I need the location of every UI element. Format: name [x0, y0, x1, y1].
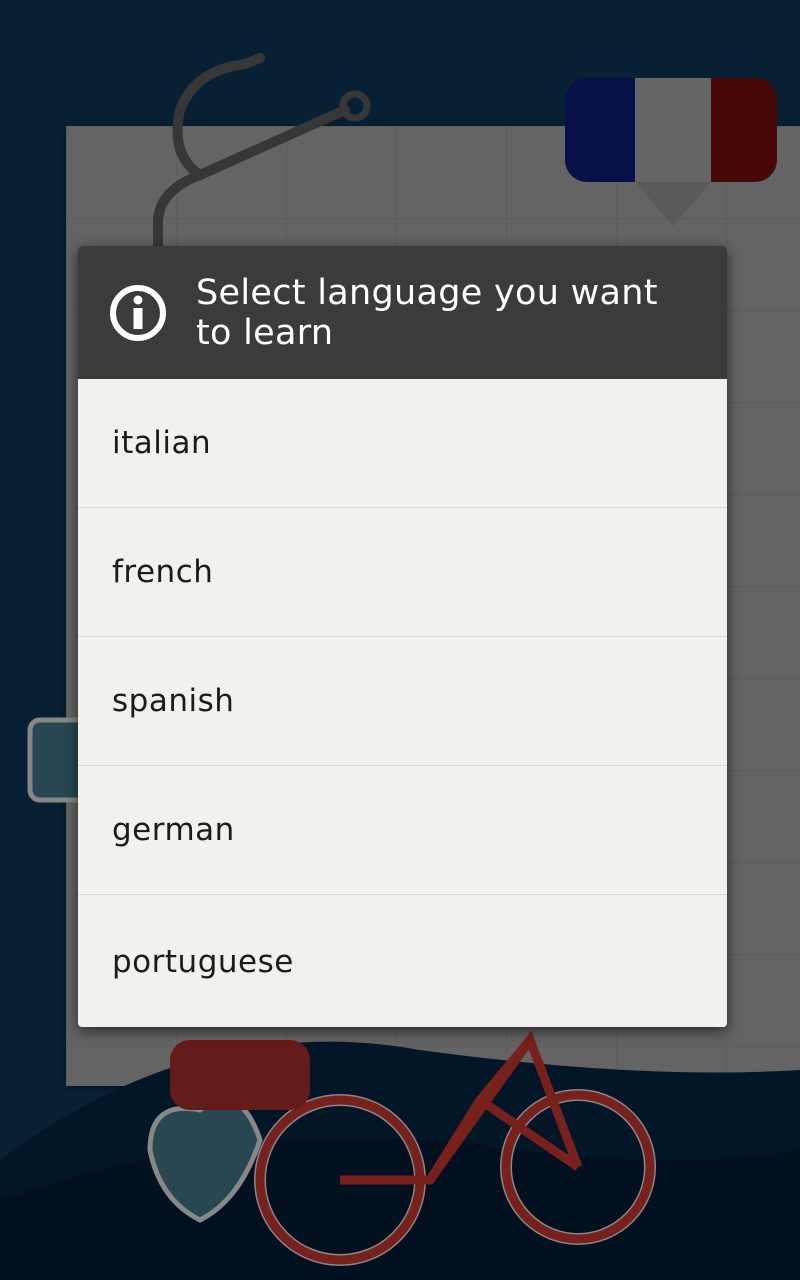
dialog-header: Select language you want to learn — [78, 246, 727, 379]
language-select-dialog: Select language you want to learn italia… — [78, 246, 727, 1027]
language-option-italian[interactable]: italian — [78, 379, 727, 508]
language-option-french[interactable]: french — [78, 508, 727, 637]
dialog-title: Select language you want to learn — [196, 272, 658, 353]
language-option-german[interactable]: german — [78, 766, 727, 895]
language-option-portuguese[interactable]: portuguese — [78, 895, 727, 1027]
info-icon — [110, 284, 166, 341]
language-list: italian french spanish german portuguese — [78, 379, 727, 1027]
language-option-spanish[interactable]: spanish — [78, 637, 727, 766]
